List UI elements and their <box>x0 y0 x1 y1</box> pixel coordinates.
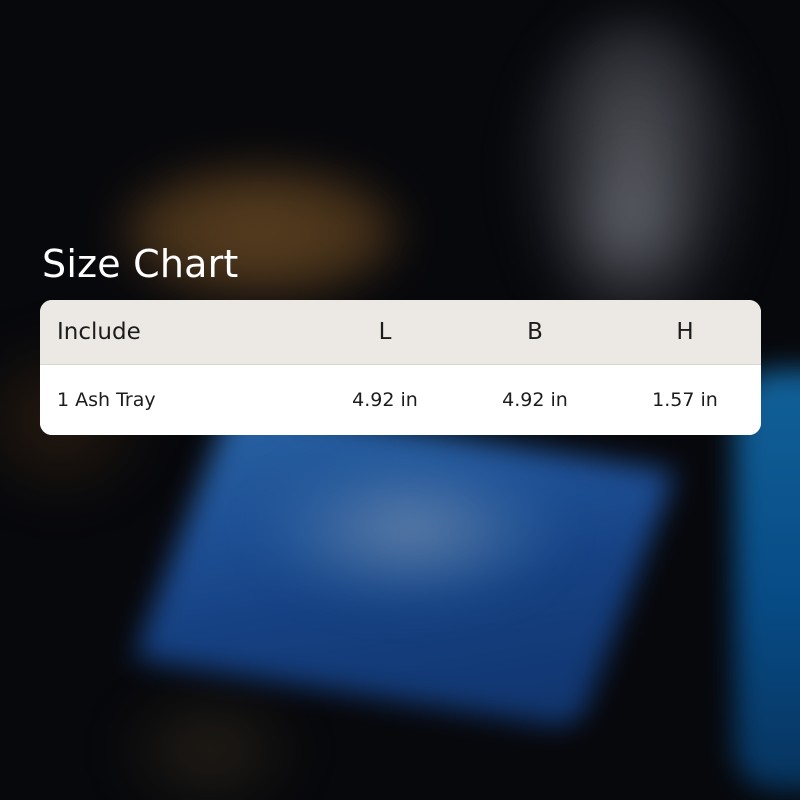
size-chart-title: Size Chart <box>42 242 239 286</box>
table-header-row: Include L B H <box>40 300 761 365</box>
header-length: L <box>378 319 392 345</box>
cell-height: 1.57 in <box>652 389 718 411</box>
size-table: Include L B H 1 Ash Tray 4.92 in 4.92 in… <box>40 300 761 435</box>
header-height: H <box>676 319 694 345</box>
table-row: 1 Ash Tray 4.92 in 4.92 in 1.57 in <box>40 365 761 435</box>
cell-length: 4.92 in <box>352 389 418 411</box>
header-breadth: B <box>527 319 543 345</box>
cell-include: 1 Ash Tray <box>57 389 156 411</box>
cell-breadth: 4.92 in <box>502 389 568 411</box>
header-include: Include <box>57 319 141 345</box>
